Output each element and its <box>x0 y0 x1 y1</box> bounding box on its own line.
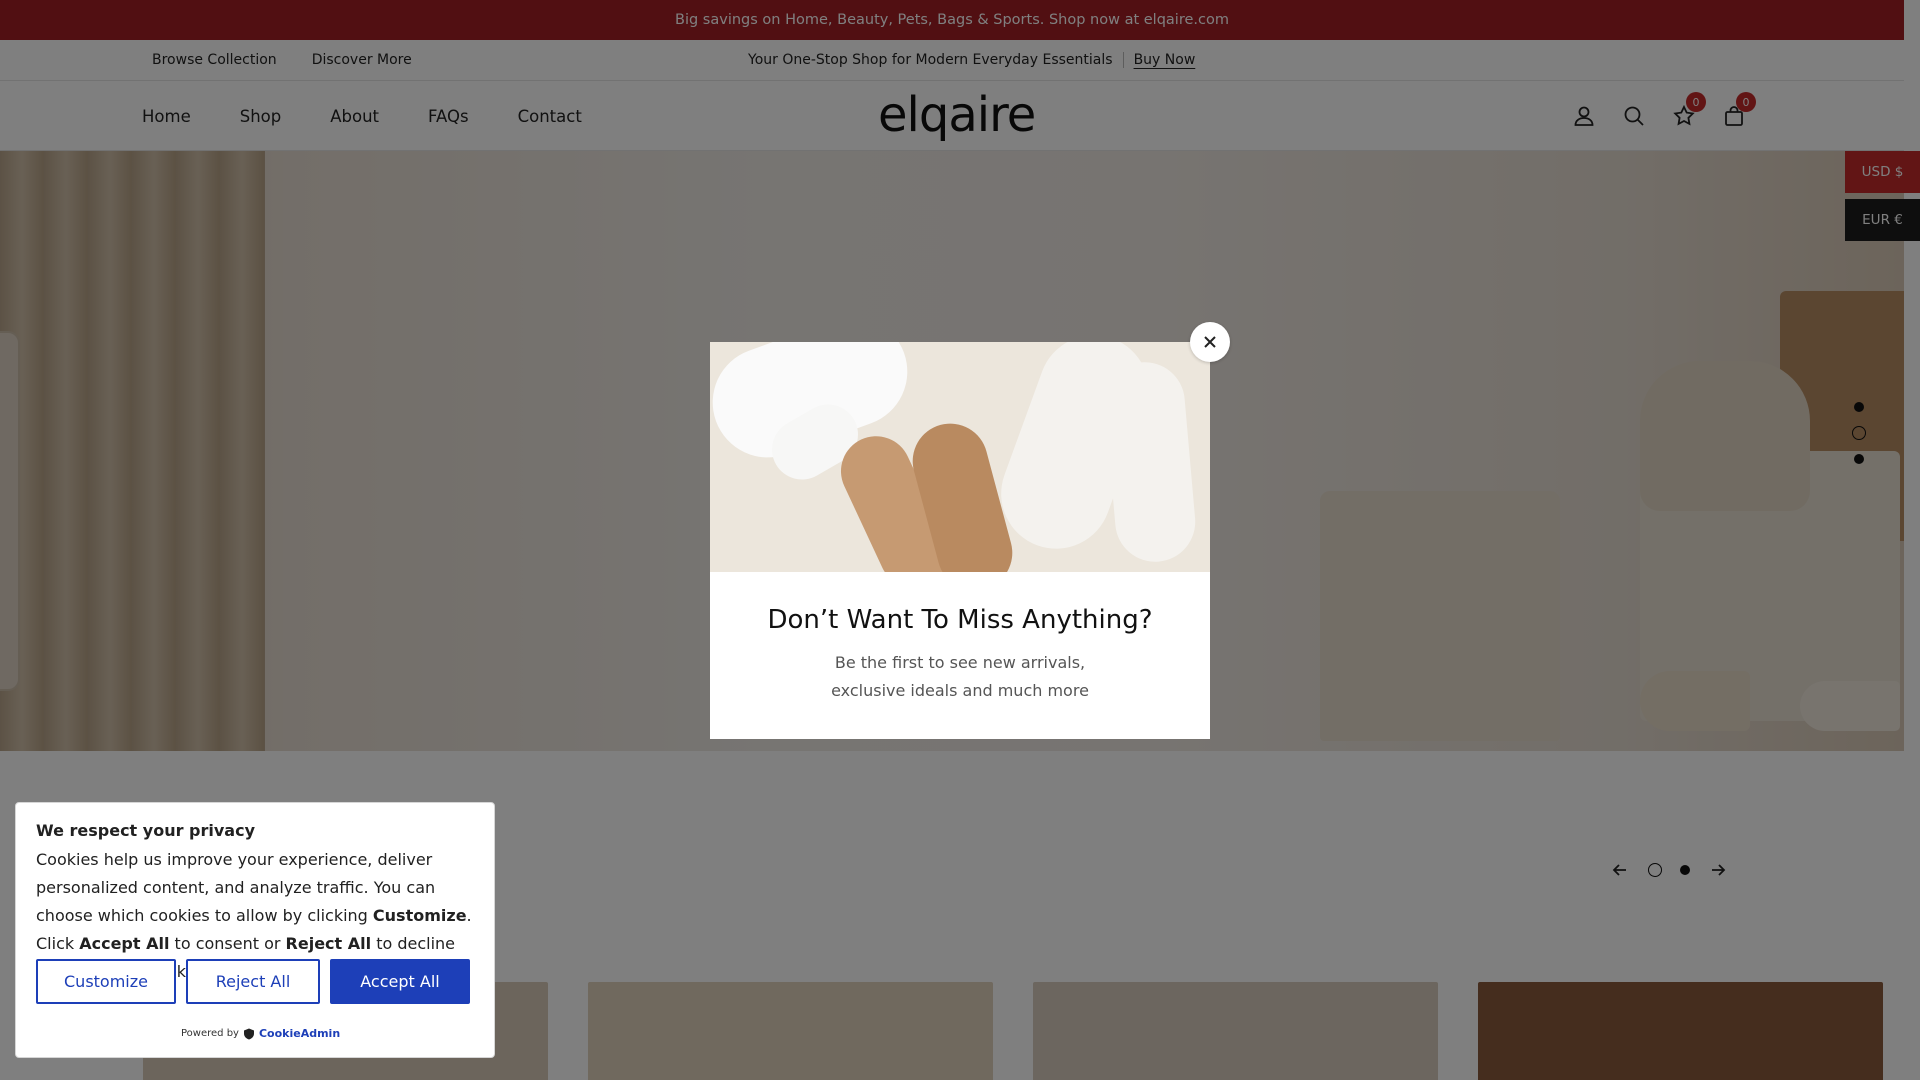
cookie-text-bold: Accept All <box>79 934 170 953</box>
shoe-shape <box>1101 358 1199 566</box>
newsletter-body: Be the first to see new arrivals, exclus… <box>831 653 1089 700</box>
reject-all-button[interactable]: Reject All <box>186 959 320 1004</box>
newsletter-shoes-image <box>710 342 1210 572</box>
powered-by: Powered by CookieAdmin <box>181 1027 340 1040</box>
cookieadmin-brand-link[interactable]: CookieAdmin <box>259 1027 340 1040</box>
cookie-text-bold: Reject All <box>285 934 372 953</box>
cookie-text-bold: Customize <box>372 906 467 925</box>
cookie-consent-banner: We respect your privacy Cookies help us … <box>15 802 495 1058</box>
cookie-title: We respect your privacy <box>36 821 256 840</box>
accept-all-button[interactable]: Accept All <box>330 959 470 1004</box>
close-modal-button[interactable] <box>1190 322 1230 362</box>
cookie-buttons: Customize Reject All Accept All <box>36 959 470 1004</box>
newsletter-modal: Don’t Want To Miss Anything? Be the firs… <box>710 342 1210 739</box>
cookie-text-part: to consent or <box>169 934 286 953</box>
shield-icon <box>243 1028 254 1039</box>
customize-button[interactable]: Customize <box>36 959 176 1004</box>
newsletter-title: Don’t Want To Miss Anything? <box>767 605 1153 635</box>
powered-by-label: Powered by <box>181 1028 239 1039</box>
close-icon <box>1204 336 1216 348</box>
